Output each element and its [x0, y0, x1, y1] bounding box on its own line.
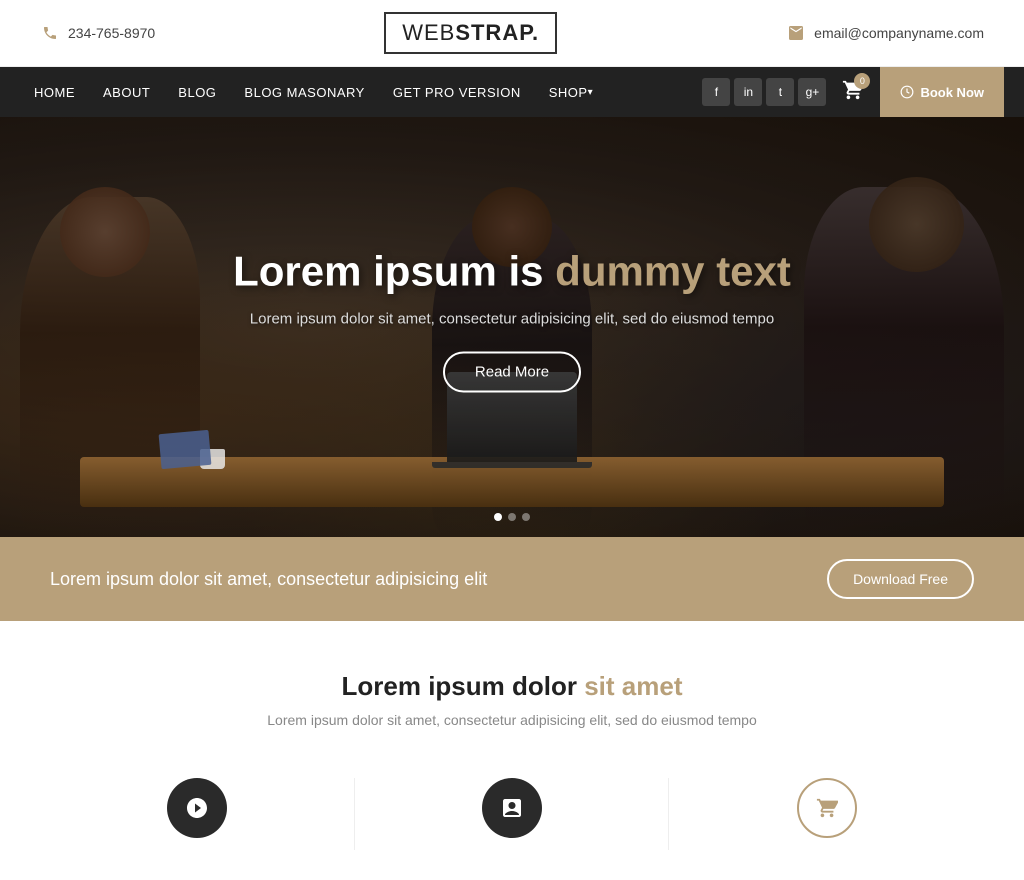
- book-now-label: Book Now: [920, 85, 984, 100]
- laptop-base: [432, 462, 592, 468]
- hero-dot-2[interactable]: [508, 513, 516, 521]
- logo-text: WEBSTRAP.: [402, 20, 539, 45]
- download-free-button[interactable]: Download Free: [827, 559, 974, 599]
- cart-badge: 0: [854, 73, 870, 89]
- features-section: Lorem ipsum dolor sit amet Lorem ipsum d…: [0, 621, 1024, 880]
- facebook-icon[interactable]: f: [702, 78, 730, 106]
- nav-item-about[interactable]: ABOUT: [89, 67, 164, 117]
- phone-info: 234-765-8970: [40, 23, 155, 43]
- promo-text: Lorem ipsum dolor sit amet, consectetur …: [50, 569, 487, 590]
- feature-icon-1: [167, 778, 227, 838]
- book-now-button[interactable]: Book Now: [880, 67, 1004, 117]
- email-icon: [786, 23, 806, 43]
- nav-item-shop[interactable]: SHOP: [535, 67, 607, 117]
- person-left-head: [60, 187, 150, 277]
- logo[interactable]: WEBSTRAP.: [384, 12, 557, 54]
- feature-item-3: [669, 778, 984, 850]
- book: [159, 430, 212, 469]
- navbar: HOME ABOUT BLOG BLOG MASONARY GET PRO VE…: [0, 67, 1024, 117]
- section-title-accent: sit amet: [584, 671, 682, 701]
- hero-dot-3[interactable]: [522, 513, 530, 521]
- twitter-icon[interactable]: t: [766, 78, 794, 106]
- promo-banner: Lorem ipsum dolor sit amet, consectetur …: [0, 537, 1024, 621]
- phone-number: 234-765-8970: [68, 25, 155, 41]
- section-title-normal: Lorem ipsum dolor: [342, 671, 577, 701]
- read-more-button[interactable]: Read More: [443, 352, 581, 393]
- feature-item-2: [355, 778, 670, 850]
- phone-icon: [40, 23, 60, 43]
- hero-title-normal: Lorem ipsum is: [233, 247, 543, 294]
- hero-section: Lorem ipsum is dummy text Lorem ipsum do…: [0, 117, 1024, 537]
- feature-icon-3: [797, 778, 857, 838]
- google-plus-icon[interactable]: g+: [798, 78, 826, 106]
- email-address: email@companyname.com: [814, 25, 984, 41]
- person-right-head: [869, 177, 964, 272]
- hero-content: Lorem ipsum is dummy text Lorem ipsum do…: [212, 246, 812, 392]
- feature-icon-2: [482, 778, 542, 838]
- hero-title-accent: dummy text: [555, 247, 791, 294]
- nav-item-blog[interactable]: BLOG: [164, 67, 230, 117]
- nav-item-blog-masonary[interactable]: BLOG MASONARY: [230, 67, 378, 117]
- hero-dots: [494, 513, 530, 521]
- nav-item-get-pro[interactable]: GET PRO VERSION: [379, 67, 535, 117]
- nav-item-home[interactable]: HOME: [20, 67, 89, 117]
- hero-dot-1[interactable]: [494, 513, 502, 521]
- social-icons: f in t g+: [702, 78, 826, 106]
- feature-item-1: [40, 778, 355, 850]
- section-subtitle: Lorem ipsum dolor sit amet, consectetur …: [40, 712, 984, 728]
- email-info: email@companyname.com: [786, 23, 984, 43]
- features-row: [40, 768, 984, 850]
- nav-right: f in t g+ 0 Book Now: [702, 67, 1004, 117]
- cart-icon[interactable]: 0: [842, 79, 864, 106]
- linkedin-icon[interactable]: in: [734, 78, 762, 106]
- section-title: Lorem ipsum dolor sit amet: [40, 671, 984, 702]
- nav-links: HOME ABOUT BLOG BLOG MASONARY GET PRO VE…: [20, 67, 607, 117]
- hero-title: Lorem ipsum is dummy text: [212, 246, 812, 296]
- top-bar: 234-765-8970 WEBSTRAP. email@companyname…: [0, 0, 1024, 67]
- hero-subtitle: Lorem ipsum dolor sit amet, consectetur …: [212, 311, 812, 328]
